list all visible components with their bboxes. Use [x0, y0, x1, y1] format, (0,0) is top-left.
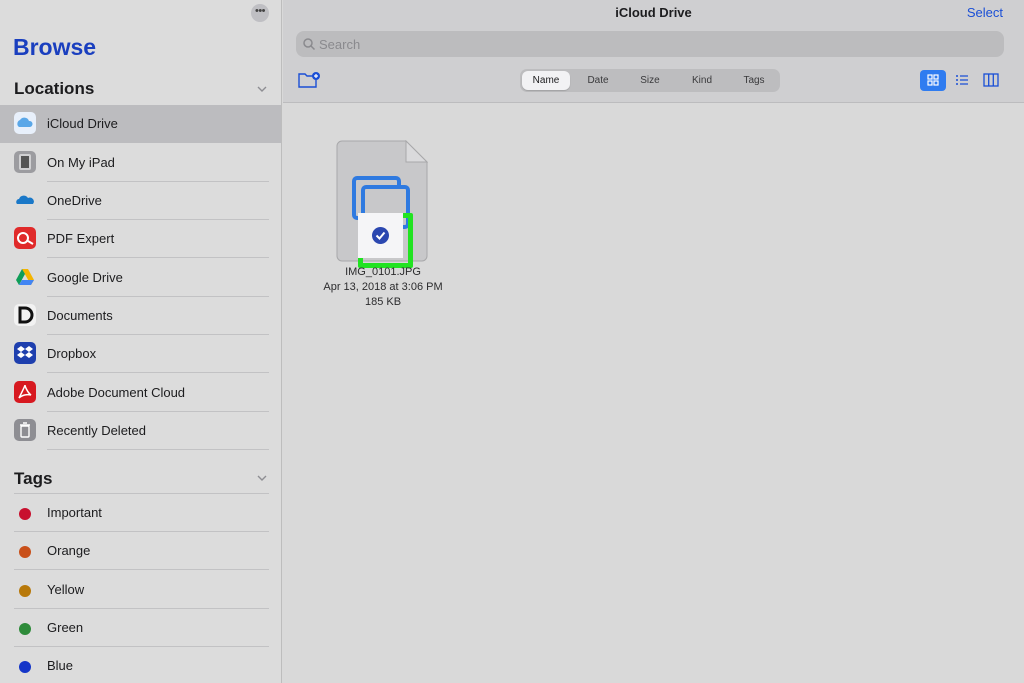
sidebar-item-pdf-expert[interactable]: PDF Expert [0, 220, 281, 258]
sidebar-item-documents[interactable]: Documents [0, 297, 281, 335]
pdf-expert-icon [14, 227, 36, 249]
selection-checkmark[interactable] [358, 213, 403, 258]
grid-view-button[interactable] [920, 70, 946, 91]
grid-icon [927, 74, 939, 86]
sort-kind-button[interactable]: Kind [678, 71, 726, 90]
sidebar-item-google-drive[interactable]: Google Drive [0, 259, 281, 297]
tag-item-orange[interactable]: Orange [0, 532, 281, 570]
tag-item-green[interactable]: Green [0, 609, 281, 647]
file-name[interactable]: IMG_0101.JPG [283, 265, 483, 280]
checkmark-icon [372, 227, 389, 244]
sidebar-item-label: OneDrive [47, 193, 102, 208]
sort-size-button[interactable]: Size [626, 71, 674, 90]
locations-header[interactable]: Locations [14, 79, 94, 99]
sidebar-item-recently-deleted[interactable]: Recently Deleted [0, 412, 281, 450]
tag-color-dot [19, 508, 31, 520]
sort-date-button[interactable]: Date [574, 71, 622, 90]
sidebar-item-dropbox[interactable]: Dropbox [0, 335, 281, 373]
list-view-button[interactable] [949, 70, 975, 91]
search-placeholder: Search [319, 37, 361, 52]
icloud-icon [14, 112, 36, 134]
columns-icon [983, 73, 999, 87]
column-view-button[interactable] [978, 70, 1004, 91]
file-date: Apr 13, 2018 at 3:06 PM [323, 281, 443, 293]
sidebar-item-label: On My iPad [47, 155, 115, 170]
tag-color-dot [19, 585, 31, 597]
sidebar-item-label: Dropbox [47, 346, 97, 361]
sidebar-item-label: iCloud Drive [47, 116, 118, 131]
tag-color-dot [19, 623, 31, 635]
sidebar-item-label: Adobe Document Cloud [47, 385, 186, 400]
sort-tags-button[interactable]: Tags [730, 71, 778, 90]
more-options-button[interactable]: ••• [251, 4, 269, 22]
adobe-icon [14, 381, 36, 403]
tag-color-dot [19, 546, 31, 558]
search-icon [303, 38, 316, 51]
chevron-down-icon[interactable] [257, 473, 267, 483]
sidebar-item-label: Recently Deleted [47, 423, 146, 438]
sidebar-item-label: PDF Expert [47, 231, 115, 246]
tag-color-dot [19, 661, 31, 673]
tag-label: Yellow [47, 582, 85, 597]
new-folder-icon[interactable] [297, 70, 321, 90]
sort-segmented-control: Name Date Size Kind Tags [520, 69, 780, 92]
sidebar-item-on-my-ipad[interactable]: On My iPad [0, 144, 281, 182]
sidebar-item-icloud-drive[interactable]: iCloud Drive [0, 105, 281, 143]
sidebar-item-label: Google Drive [47, 270, 123, 285]
chevron-down-icon[interactable] [257, 84, 267, 94]
sidebar-item-onedrive[interactable]: OneDrive [0, 182, 281, 220]
page-title: iCloud Drive [615, 5, 692, 20]
tags-header[interactable]: Tags [14, 469, 52, 489]
tag-item-blue[interactable]: Blue [0, 647, 281, 683]
sidebar-item-adobe-document-cloud[interactable]: Adobe Document Cloud [0, 374, 281, 412]
tag-label: Orange [47, 543, 91, 558]
google-drive-icon [14, 266, 36, 288]
tag-label: Green [47, 620, 84, 635]
sort-name-button[interactable]: Name [522, 71, 570, 90]
tag-label: Blue [47, 658, 74, 673]
search-input[interactable]: Search [296, 31, 1004, 57]
browse-title: Browse [13, 34, 97, 60]
list-icon [956, 75, 968, 85]
tag-item-yellow[interactable]: Yellow [0, 571, 281, 609]
tag-label: Important [47, 505, 102, 520]
selected-highlight [358, 213, 413, 268]
dropbox-icon [14, 342, 36, 364]
toolbar: iCloud Drive Select Search Name Date Siz… [283, 0, 1024, 103]
trash-icon [14, 419, 36, 441]
sidebar: ••• Browse Locations iCloud Drive On My … [0, 0, 282, 683]
tag-item-important[interactable]: Important [0, 494, 281, 532]
sidebar-item-label: Documents [47, 308, 113, 323]
select-button[interactable]: Select [967, 5, 1003, 20]
ipad-icon [14, 151, 36, 173]
documents-icon [14, 304, 36, 326]
onedrive-icon [14, 189, 36, 211]
file-size: 185 KB [364, 296, 402, 308]
